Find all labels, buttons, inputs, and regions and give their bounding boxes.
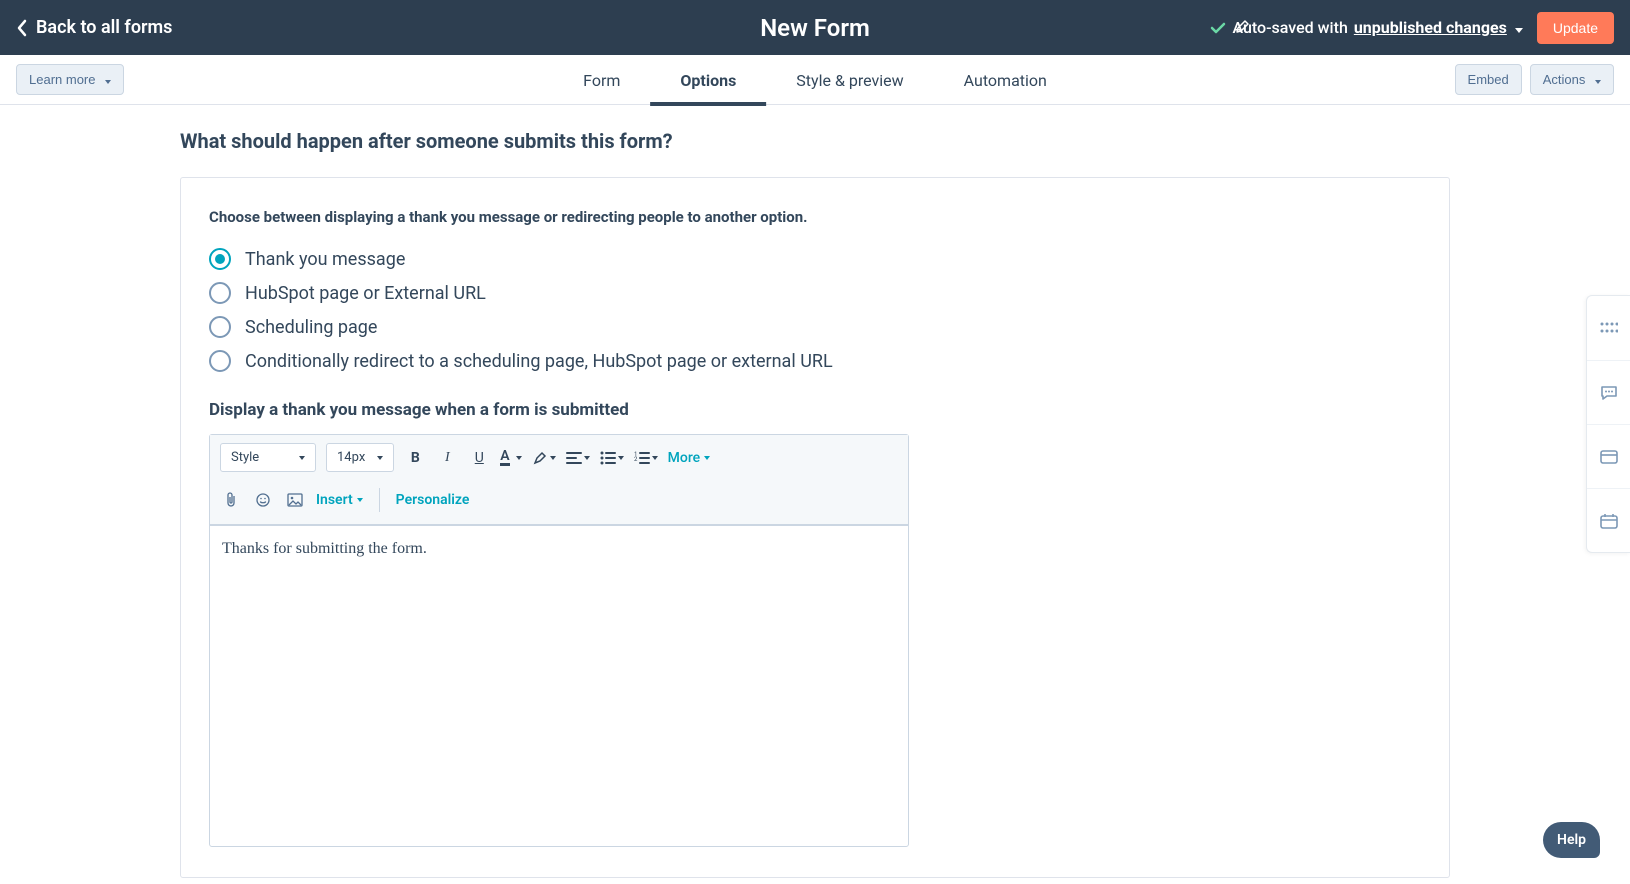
editor-body[interactable]: Thanks for submitting the form. (210, 526, 908, 846)
editor-bullet-list-button[interactable] (600, 451, 624, 465)
radio-label: Thank you message (245, 249, 405, 270)
separator (379, 488, 380, 512)
help-button[interactable]: Help (1543, 822, 1600, 858)
radio-label: HubSpot page or External URL (245, 283, 486, 304)
main-tabs: Form Options Style & preview Automation (553, 55, 1077, 105)
pencil-icon (1235, 18, 1251, 34)
window-icon (1600, 450, 1618, 464)
check-icon (1210, 20, 1226, 36)
chevron-down-icon (357, 498, 363, 502)
tab-style-preview[interactable]: Style & preview (766, 55, 933, 105)
attachment-icon (225, 492, 237, 508)
autosave-dropdown[interactable] (1515, 18, 1523, 37)
display-heading: Display a thank you message when a form … (209, 400, 1421, 420)
rail-browser-button[interactable] (1587, 424, 1630, 488)
editor-insert-dropdown[interactable]: Insert (316, 492, 363, 508)
radio-hubspot-page[interactable]: HubSpot page or External URL (209, 282, 1421, 304)
radio-icon (209, 248, 231, 270)
autosave-status: Auto-saved with unpublished changes (1210, 18, 1522, 37)
chevron-down-icon (377, 456, 383, 460)
thank-you-editor: Style 14px B I U A (209, 434, 909, 847)
side-rail (1586, 295, 1630, 553)
fontsize-label: 14px (337, 450, 365, 465)
image-icon (287, 493, 303, 507)
highlight-icon (532, 450, 548, 466)
editor-more-button[interactable]: More (668, 450, 711, 466)
editor-image-button[interactable] (284, 489, 306, 511)
actions-label: Actions (1543, 72, 1586, 87)
chevron-down-icon (584, 456, 590, 460)
learn-more-button[interactable]: Learn more (16, 64, 124, 95)
rail-calendar-button[interactable] (1587, 488, 1630, 552)
editor-emoji-button[interactable] (252, 489, 274, 511)
unpublished-changes-link[interactable]: unpublished changes (1354, 18, 1507, 37)
bold-icon: B (411, 450, 420, 466)
italic-icon: I (445, 450, 450, 466)
update-button[interactable]: Update (1537, 12, 1614, 44)
editor-underline-button[interactable]: U (468, 447, 490, 469)
bullet-list-icon (600, 451, 616, 465)
more-label: More (668, 450, 701, 466)
chevron-down-icon (1595, 80, 1601, 84)
radio-scheduling-page[interactable]: Scheduling page (209, 316, 1421, 338)
choose-label: Choose between displaying a thank you me… (209, 208, 1421, 226)
rail-chat-button[interactable] (1587, 360, 1630, 424)
align-icon (566, 451, 582, 465)
tab-automation[interactable]: Automation (934, 55, 1077, 105)
radio-icon (209, 316, 231, 338)
chevron-down-icon (704, 456, 710, 460)
tab-form[interactable]: Form (553, 55, 650, 105)
chevron-down-icon (105, 80, 111, 84)
radio-conditional-redirect[interactable]: Conditionally redirect to a scheduling p… (209, 350, 1421, 372)
chevron-left-icon (16, 19, 28, 37)
embed-button[interactable]: Embed (1455, 64, 1522, 95)
calendar-icon (1600, 513, 1618, 529)
chevron-down-icon (652, 456, 658, 460)
chevron-down-icon (1515, 28, 1523, 33)
editor-textcolor-button[interactable]: A (500, 449, 521, 466)
form-title: New Form (760, 14, 870, 42)
emoji-icon (255, 492, 271, 508)
radio-label: Scheduling page (245, 317, 377, 338)
chevron-down-icon (618, 456, 624, 460)
editor-style-select[interactable]: Style (220, 443, 316, 472)
editor-highlight-button[interactable] (532, 450, 556, 466)
chevron-down-icon (516, 456, 522, 460)
radio-thank-you-message[interactable]: Thank you message (209, 248, 1421, 270)
editor-attach-button[interactable] (220, 489, 242, 511)
chevron-down-icon (550, 456, 556, 460)
radio-icon (209, 282, 231, 304)
tab-options[interactable]: Options (650, 55, 766, 105)
editor-number-list-button[interactable]: 12 (634, 451, 658, 465)
learn-more-label: Learn more (29, 72, 95, 87)
underline-icon: U (475, 450, 484, 466)
svg-text:2: 2 (634, 456, 638, 463)
form-title-wrap: New Form (760, 14, 870, 42)
textcolor-icon: A (500, 449, 509, 466)
grid-icon (1600, 322, 1618, 334)
editor-fontsize-select[interactable]: 14px (326, 443, 394, 472)
radio-label: Conditionally redirect to a scheduling p… (245, 351, 833, 372)
options-panel: Choose between displaying a thank you me… (180, 177, 1450, 878)
insert-label: Insert (316, 492, 353, 508)
section-heading: What should happen after someone submits… (180, 129, 1450, 153)
editor-italic-button[interactable]: I (436, 447, 458, 469)
rail-apps-button[interactable] (1587, 296, 1630, 360)
number-list-icon: 12 (634, 451, 650, 465)
back-to-forms-link[interactable]: Back to all forms (16, 17, 172, 38)
back-label: Back to all forms (36, 17, 172, 38)
editor-personalize-button[interactable]: Personalize (396, 492, 470, 508)
editor-align-button[interactable] (566, 451, 590, 465)
chevron-down-icon (299, 456, 305, 460)
actions-button[interactable]: Actions (1530, 64, 1614, 95)
chat-icon (1600, 385, 1618, 401)
style-label: Style (231, 450, 259, 465)
edit-title-icon[interactable] (1235, 18, 1251, 38)
radio-icon (209, 350, 231, 372)
editor-bold-button[interactable]: B (404, 447, 426, 469)
